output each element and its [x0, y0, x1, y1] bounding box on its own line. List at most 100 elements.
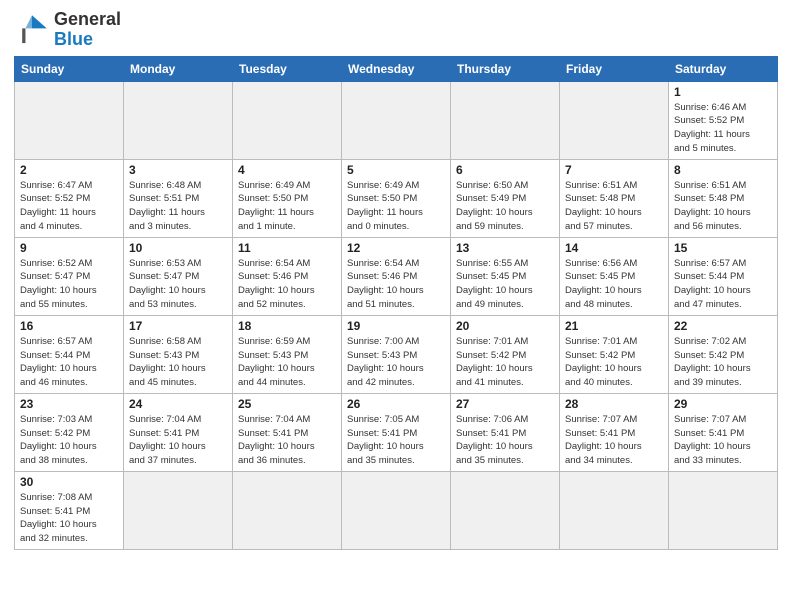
calendar-cell: 13 Sunrise: 6:55 AM Sunset: 5:45 PM Dayli… [451, 237, 560, 315]
day-number: 12 [347, 241, 445, 255]
day-info: Sunrise: 6:57 AM Sunset: 5:44 PM Dayligh… [20, 335, 118, 390]
calendar-cell [669, 471, 778, 549]
day-number: 11 [238, 241, 336, 255]
calendar-cell [451, 471, 560, 549]
day-number: 18 [238, 319, 336, 333]
day-info: Sunrise: 6:55 AM Sunset: 5:45 PM Dayligh… [456, 257, 554, 312]
day-number: 5 [347, 163, 445, 177]
day-number: 26 [347, 397, 445, 411]
day-info: Sunrise: 6:46 AM Sunset: 5:52 PM Dayligh… [674, 101, 772, 156]
calendar-cell: 15 Sunrise: 6:57 AM Sunset: 5:44 PM Dayli… [669, 237, 778, 315]
weekday-header-sunday: Sunday [15, 56, 124, 81]
weekday-header-saturday: Saturday [669, 56, 778, 81]
weekday-header-monday: Monday [124, 56, 233, 81]
week-row-5: 23 Sunrise: 7:03 AM Sunset: 5:42 PM Dayli… [15, 393, 778, 471]
calendar-cell: 21 Sunrise: 7:01 AM Sunset: 5:42 PM Dayli… [560, 315, 669, 393]
calendar-cell: 28 Sunrise: 7:07 AM Sunset: 5:41 PM Dayli… [560, 393, 669, 471]
week-row-4: 16 Sunrise: 6:57 AM Sunset: 5:44 PM Dayli… [15, 315, 778, 393]
day-info: Sunrise: 6:56 AM Sunset: 5:45 PM Dayligh… [565, 257, 663, 312]
header: GeneralBlue [14, 10, 778, 50]
calendar-cell: 29 Sunrise: 7:07 AM Sunset: 5:41 PM Dayli… [669, 393, 778, 471]
day-info: Sunrise: 6:50 AM Sunset: 5:49 PM Dayligh… [456, 179, 554, 234]
day-number: 9 [20, 241, 118, 255]
day-info: Sunrise: 7:07 AM Sunset: 5:41 PM Dayligh… [674, 413, 772, 468]
calendar-cell: 14 Sunrise: 6:56 AM Sunset: 5:45 PM Dayli… [560, 237, 669, 315]
day-number: 15 [674, 241, 772, 255]
day-number: 27 [456, 397, 554, 411]
week-row-2: 2 Sunrise: 6:47 AM Sunset: 5:52 PM Daylig… [15, 159, 778, 237]
day-number: 24 [129, 397, 227, 411]
day-info: Sunrise: 7:05 AM Sunset: 5:41 PM Dayligh… [347, 413, 445, 468]
day-number: 22 [674, 319, 772, 333]
calendar-cell [342, 471, 451, 549]
logo: GeneralBlue [14, 10, 121, 50]
logo-text: GeneralBlue [54, 10, 121, 50]
calendar-cell: 18Sunrise: 6:59 AM Sunset: 5:43 PM Dayli… [233, 315, 342, 393]
calendar-table: SundayMondayTuesdayWednesdayThursdayFrid… [14, 56, 778, 550]
calendar-cell [233, 81, 342, 159]
day-number: 3 [129, 163, 227, 177]
day-info: Sunrise: 7:03 AM Sunset: 5:42 PM Dayligh… [20, 413, 118, 468]
calendar-cell: 23 Sunrise: 7:03 AM Sunset: 5:42 PM Dayli… [15, 393, 124, 471]
day-number: 13 [456, 241, 554, 255]
day-number: 1 [674, 85, 772, 99]
calendar-cell: 9 Sunrise: 6:52 AM Sunset: 5:47 PM Daylig… [15, 237, 124, 315]
day-number: 30 [20, 475, 118, 489]
calendar-cell: 2 Sunrise: 6:47 AM Sunset: 5:52 PM Daylig… [15, 159, 124, 237]
calendar-cell: 22 Sunrise: 7:02 AM Sunset: 5:42 PM Dayli… [669, 315, 778, 393]
logo-icon [14, 12, 50, 48]
page: GeneralBlue SundayMondayTuesdayWednesday… [0, 0, 792, 612]
day-info: Sunrise: 6:51 AM Sunset: 5:48 PM Dayligh… [674, 179, 772, 234]
calendar-cell: 5Sunrise: 6:49 AM Sunset: 5:50 PM Daylig… [342, 159, 451, 237]
calendar-cell: 27 Sunrise: 7:06 AM Sunset: 5:41 PM Dayli… [451, 393, 560, 471]
weekday-header-wednesday: Wednesday [342, 56, 451, 81]
calendar-cell: 11Sunrise: 6:54 AM Sunset: 5:46 PM Dayli… [233, 237, 342, 315]
day-info: Sunrise: 6:52 AM Sunset: 5:47 PM Dayligh… [20, 257, 118, 312]
day-info: Sunrise: 7:02 AM Sunset: 5:42 PM Dayligh… [674, 335, 772, 390]
day-number: 19 [347, 319, 445, 333]
calendar-cell: 8Sunrise: 6:51 AM Sunset: 5:48 PM Daylig… [669, 159, 778, 237]
day-info: Sunrise: 7:00 AM Sunset: 5:43 PM Dayligh… [347, 335, 445, 390]
day-number: 2 [20, 163, 118, 177]
calendar-cell [342, 81, 451, 159]
day-number: 6 [456, 163, 554, 177]
day-info: Sunrise: 7:04 AM Sunset: 5:41 PM Dayligh… [129, 413, 227, 468]
day-number: 16 [20, 319, 118, 333]
day-info: Sunrise: 6:49 AM Sunset: 5:50 PM Dayligh… [238, 179, 336, 234]
day-info: Sunrise: 6:53 AM Sunset: 5:47 PM Dayligh… [129, 257, 227, 312]
day-number: 14 [565, 241, 663, 255]
calendar-cell: 20Sunrise: 7:01 AM Sunset: 5:42 PM Dayli… [451, 315, 560, 393]
calendar-cell: 12 Sunrise: 6:54 AM Sunset: 5:46 PM Dayli… [342, 237, 451, 315]
day-info: Sunrise: 6:51 AM Sunset: 5:48 PM Dayligh… [565, 179, 663, 234]
day-info: Sunrise: 6:58 AM Sunset: 5:43 PM Dayligh… [129, 335, 227, 390]
week-row-3: 9 Sunrise: 6:52 AM Sunset: 5:47 PM Daylig… [15, 237, 778, 315]
day-info: Sunrise: 7:06 AM Sunset: 5:41 PM Dayligh… [456, 413, 554, 468]
day-info: Sunrise: 6:48 AM Sunset: 5:51 PM Dayligh… [129, 179, 227, 234]
day-number: 17 [129, 319, 227, 333]
calendar-cell [124, 81, 233, 159]
day-info: Sunrise: 6:57 AM Sunset: 5:44 PM Dayligh… [674, 257, 772, 312]
day-info: Sunrise: 7:04 AM Sunset: 5:41 PM Dayligh… [238, 413, 336, 468]
calendar-cell: 30 Sunrise: 7:08 AM Sunset: 5:41 PM Dayli… [15, 471, 124, 549]
calendar-cell: 17 Sunrise: 6:58 AM Sunset: 5:43 PM Dayli… [124, 315, 233, 393]
day-info: Sunrise: 6:47 AM Sunset: 5:52 PM Dayligh… [20, 179, 118, 234]
week-row-6: 30 Sunrise: 7:08 AM Sunset: 5:41 PM Dayli… [15, 471, 778, 549]
day-number: 28 [565, 397, 663, 411]
week-row-1: 1 Sunrise: 6:46 AM Sunset: 5:52 PM Daylig… [15, 81, 778, 159]
day-info: Sunrise: 7:08 AM Sunset: 5:41 PM Dayligh… [20, 491, 118, 546]
weekday-header-row: SundayMondayTuesdayWednesdayThursdayFrid… [15, 56, 778, 81]
weekday-header-thursday: Thursday [451, 56, 560, 81]
day-number: 20 [456, 319, 554, 333]
day-number: 10 [129, 241, 227, 255]
day-info: Sunrise: 7:07 AM Sunset: 5:41 PM Dayligh… [565, 413, 663, 468]
day-number: 23 [20, 397, 118, 411]
day-info: Sunrise: 6:54 AM Sunset: 5:46 PM Dayligh… [347, 257, 445, 312]
weekday-header-tuesday: Tuesday [233, 56, 342, 81]
calendar-cell: 26 Sunrise: 7:05 AM Sunset: 5:41 PM Dayli… [342, 393, 451, 471]
day-number: 21 [565, 319, 663, 333]
day-number: 29 [674, 397, 772, 411]
calendar-cell [560, 471, 669, 549]
calendar-cell [560, 81, 669, 159]
calendar-cell: 19 Sunrise: 7:00 AM Sunset: 5:43 PM Dayli… [342, 315, 451, 393]
day-info: Sunrise: 7:01 AM Sunset: 5:42 PM Dayligh… [565, 335, 663, 390]
